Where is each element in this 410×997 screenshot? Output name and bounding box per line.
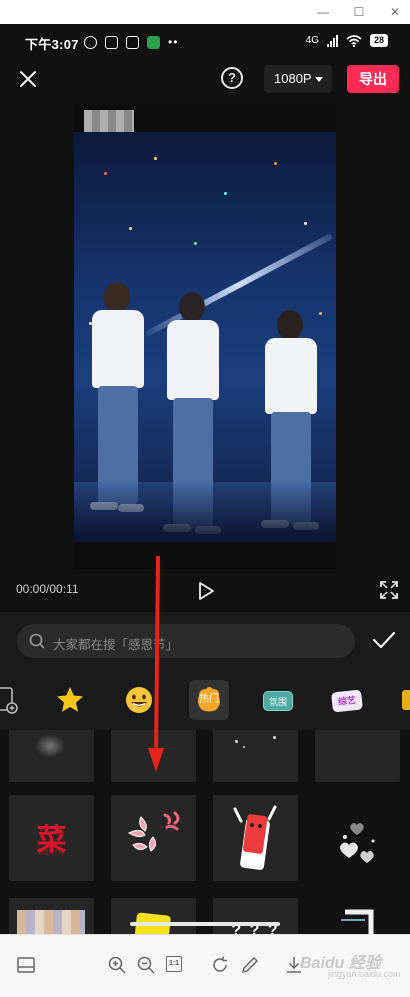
sparkle bbox=[194, 242, 197, 245]
zoom-out-icon[interactable] bbox=[136, 955, 156, 975]
window-close-button[interactable]: ✕ bbox=[384, 3, 406, 21]
sticker-cell[interactable]: ? ? ? bbox=[213, 898, 298, 934]
search-icon bbox=[29, 633, 45, 649]
sticker-cell[interactable] bbox=[315, 898, 400, 934]
red-text-sticker-sub: DEATH bbox=[39, 851, 64, 857]
category-atmosphere[interactable]: 氛围 bbox=[258, 680, 298, 720]
sticker-cell[interactable] bbox=[213, 795, 298, 881]
system-icons: 4G 28 bbox=[306, 34, 388, 47]
category-hot[interactable]: 热门 bbox=[189, 680, 229, 720]
help-button[interactable]: ? bbox=[221, 67, 243, 89]
notification-icons: •• bbox=[84, 35, 178, 49]
hoodie bbox=[265, 338, 317, 414]
category-favorites[interactable] bbox=[50, 680, 90, 720]
minimize-button[interactable]: — bbox=[312, 3, 334, 21]
resolution-label: 1080P bbox=[274, 71, 312, 86]
resolution-dropdown[interactable]: 1080P bbox=[264, 65, 332, 93]
signal-icon bbox=[326, 34, 338, 47]
status-time: 下午3:07 bbox=[25, 37, 79, 52]
hoodie bbox=[167, 320, 219, 400]
sticker-cell[interactable] bbox=[213, 730, 298, 782]
screen-layout-icon[interactable] bbox=[16, 955, 36, 975]
home-indicator[interactable] bbox=[130, 922, 280, 926]
status-bar: 下午3:07 •• 4G 28 bbox=[0, 24, 410, 60]
close-icon[interactable] bbox=[16, 67, 40, 91]
sticker-category-tabs: 热门 氛围 综艺 bbox=[0, 678, 410, 724]
annotation-arrow-icon bbox=[148, 556, 164, 772]
pencil-icon[interactable] bbox=[240, 955, 260, 975]
capcut-icon bbox=[126, 35, 139, 49]
confirm-check-icon[interactable] bbox=[372, 628, 396, 652]
head bbox=[277, 310, 303, 340]
phone-screen: 下午3:07 •• 4G 28 ? 1080P 导出 00:00/00:11 大… bbox=[0, 24, 410, 934]
emulator-toolbar: 1:1 Baidu 经验 jingyan.baidu.com bbox=[0, 934, 410, 997]
sparkle bbox=[154, 157, 157, 160]
pixel-mosaic-sticker bbox=[17, 910, 85, 934]
sticker-search-input[interactable]: 大家都在搜「感恩节」 bbox=[17, 624, 355, 658]
playback-timecode: 00:00/00:11 bbox=[16, 582, 79, 596]
more-notifications-icon: •• bbox=[168, 35, 179, 49]
sparkle bbox=[319, 312, 322, 315]
actual-size-button[interactable]: 1:1 bbox=[166, 956, 182, 972]
sticker-cell[interactable]: 菜 DEATH bbox=[9, 795, 94, 881]
head bbox=[104, 282, 130, 312]
baidu-watermark-url: jingyan.baidu.com bbox=[328, 969, 401, 979]
sticker-cell[interactable] bbox=[315, 730, 400, 782]
chevron-down-icon bbox=[315, 77, 323, 82]
play-icon[interactable] bbox=[197, 581, 215, 601]
clock-plus-icon bbox=[0, 687, 18, 714]
category-more[interactable] bbox=[396, 680, 410, 720]
network-type: 4G bbox=[305, 35, 319, 46]
sparkle bbox=[129, 227, 132, 230]
sticker-grid: 菜 DEATH ? ? ? bbox=[0, 730, 410, 934]
video-preview[interactable] bbox=[74, 104, 336, 569]
sparkle bbox=[224, 192, 227, 195]
hoodie bbox=[92, 310, 144, 388]
wifi-icon bbox=[346, 34, 362, 47]
stage-floor bbox=[74, 482, 336, 542]
fullscreen-icon[interactable] bbox=[380, 581, 398, 599]
sparkle bbox=[243, 746, 245, 748]
head bbox=[179, 292, 205, 322]
battery-icon: 28 bbox=[369, 34, 388, 47]
emulator-title-bar: — ☐ ✕ bbox=[0, 0, 410, 24]
zoom-in-icon[interactable] bbox=[107, 955, 127, 975]
anger-vein-icon bbox=[127, 811, 180, 852]
sparkle bbox=[104, 172, 107, 175]
sticker-cell[interactable] bbox=[9, 898, 94, 934]
sticker-cell[interactable] bbox=[9, 730, 94, 782]
glitch-bracket-icon bbox=[341, 909, 374, 934]
sparkle bbox=[235, 740, 238, 743]
sparkle bbox=[274, 162, 277, 165]
sticker-cell[interactable] bbox=[111, 898, 196, 934]
sparkle bbox=[304, 222, 307, 225]
category-variety-label: 综艺 bbox=[331, 689, 363, 713]
star-icon bbox=[57, 687, 83, 712]
blurred-sticker bbox=[35, 734, 65, 758]
red-eraser-icon bbox=[233, 805, 277, 870]
sticker-cell[interactable] bbox=[315, 795, 400, 881]
category-hot-label: 热门 bbox=[199, 694, 219, 705]
green-app-icon bbox=[147, 35, 160, 49]
export-button[interactable]: 导出 bbox=[347, 65, 399, 93]
video-frame bbox=[74, 132, 336, 542]
category-variety[interactable]: 综艺 bbox=[327, 680, 367, 720]
sticker-panel: 大家都在搜「感恩节」 热门 氛围 综艺 菜 DEATH ? ? ? bbox=[0, 612, 410, 934]
sparkle bbox=[273, 736, 276, 739]
app-notification-icon bbox=[105, 35, 118, 49]
category-atmosphere-label: 氛围 bbox=[263, 691, 293, 711]
editor-top-bar: ? 1080P 导出 bbox=[0, 62, 410, 98]
floating-hearts-icon bbox=[340, 823, 375, 863]
sticker-cell-selected[interactable] bbox=[111, 795, 196, 881]
sticker-icon bbox=[402, 690, 410, 710]
maximize-button[interactable]: ☐ bbox=[348, 3, 370, 21]
alarm-icon bbox=[84, 35, 97, 49]
rotate-icon[interactable] bbox=[210, 955, 230, 975]
category-recent[interactable] bbox=[0, 680, 32, 720]
